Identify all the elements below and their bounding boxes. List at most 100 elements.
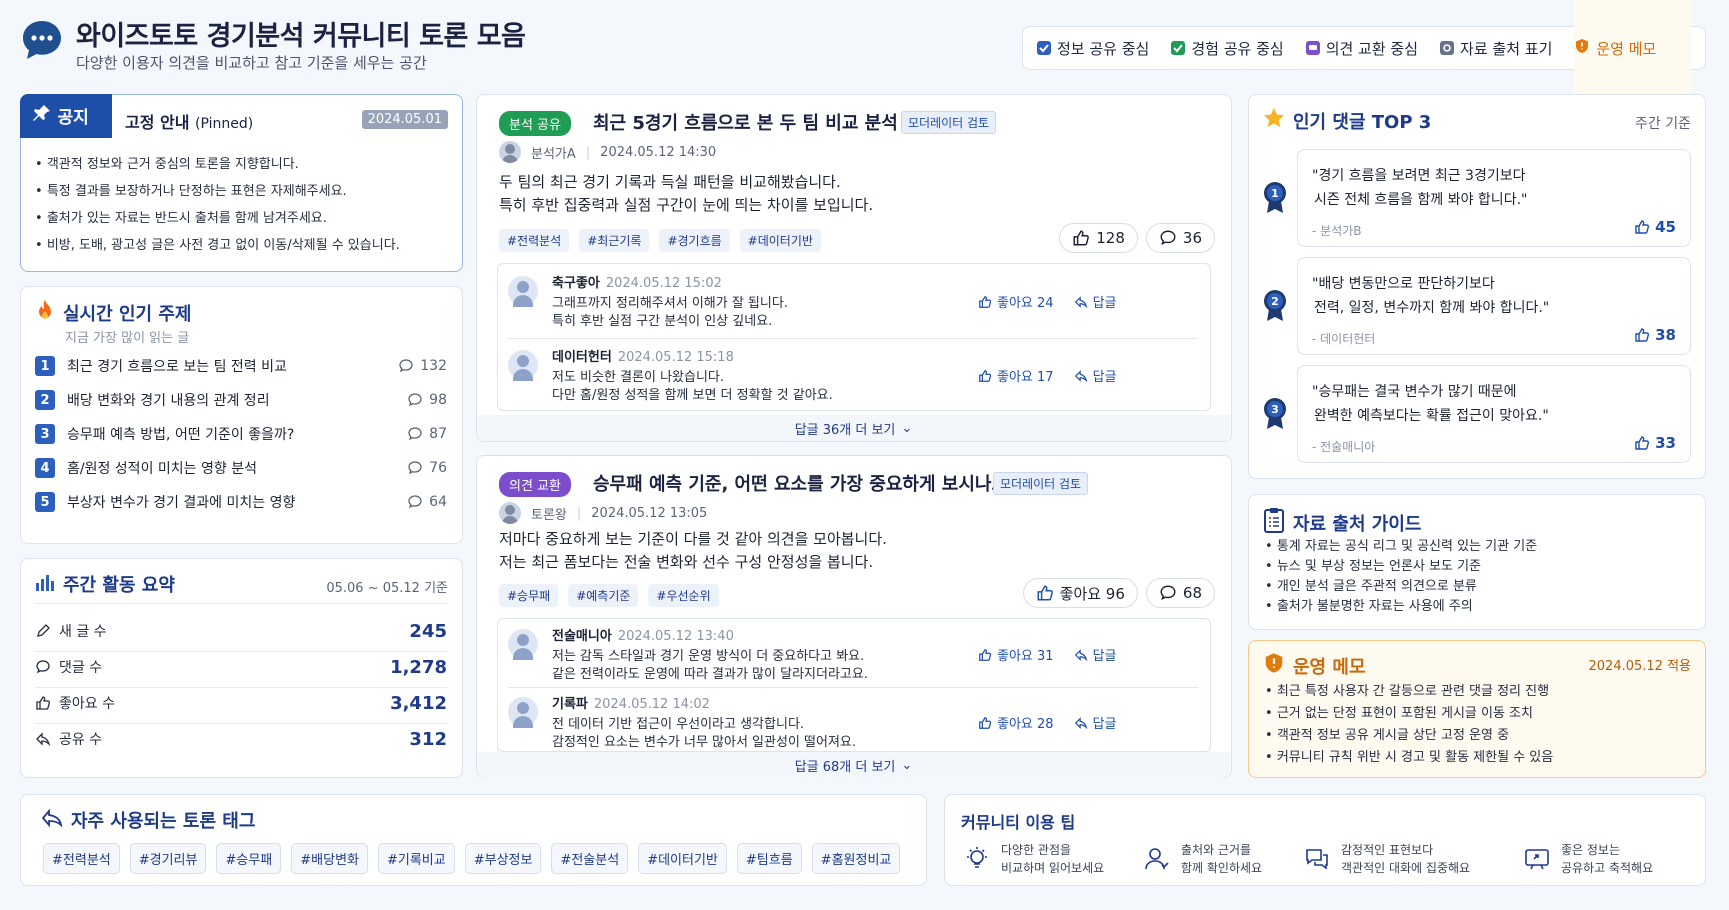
like-button[interactable]: 좋아요 96 [1022, 578, 1138, 608]
stat-likes: 좋아요 수 3,412 [35, 685, 447, 721]
source-guide-card: 자료 출처 가이드 통계 자료는 공식 리그 및 공신력 있는 기관 기준뉴스 … [1248, 494, 1706, 630]
hot-topic-item[interactable]: 5 부상자 변수가 경기 결과에 미치는 영향 64 [35, 489, 447, 515]
notice-tab: 공지 [19, 93, 112, 138]
star-icon [1263, 107, 1285, 134]
hot-topics-title: 실시간 인기 주제 [35, 299, 191, 326]
comment-icon [1160, 585, 1176, 601]
comment-icon [1160, 230, 1176, 246]
notice-item: 객관적 정보와 근거 중심의 토론을 지향합니다. [35, 151, 400, 178]
notice-date: 2024.05.01 [361, 110, 448, 129]
tag-chip[interactable]: #승무패 [499, 584, 559, 607]
tag-chip[interactable]: #부상정보 [464, 843, 542, 874]
comment-button[interactable]: 68 [1145, 578, 1215, 608]
comment-like-button[interactable]: 좋아요 17 [978, 366, 1054, 385]
post-tags: #승무패 #예측기준 #우선순위 [499, 584, 719, 607]
notice-title: 고정 안내 (Pinned) [125, 113, 254, 132]
svg-text:1: 1 [1271, 187, 1279, 200]
comment-like-count: 38 [1634, 326, 1676, 344]
tag-chip[interactable]: #경기리뷰 [129, 843, 207, 874]
tag-chip[interactable]: #기록비교 [377, 843, 455, 874]
thumbs-up-icon [979, 295, 992, 308]
top-comment-item[interactable]: "경기 흐름을 보려면 최근 3경기보다 시즌 전체 흐름을 함께 봐야 합니다.… [1297, 149, 1691, 247]
like-button[interactable]: 128 [1059, 223, 1138, 253]
tag-chip[interactable]: #우선순위 [648, 584, 719, 607]
top-comment-item[interactable]: "승무패는 결국 변수가 많기 때문에 완벽한 예측보다는 확률 접근이 맞아요.… [1297, 365, 1691, 463]
chevron-down-icon: ⌄ [901, 757, 913, 773]
comment-like-button[interactable]: 좋아요 31 [978, 645, 1054, 664]
reply-button[interactable]: 답글 [1074, 292, 1116, 311]
reply-icon [1074, 648, 1087, 661]
category-badge: 분석 공유 [499, 111, 571, 136]
tip-item: 감정적인 표현보다 객관적인 대화에 집중해요 [1303, 841, 1470, 877]
chat-bubbles-icon [1306, 849, 1328, 870]
hot-topic-item[interactable]: 3 승무패 예측 방법, 어떤 기준이 좋을까? 87 [35, 421, 447, 447]
hot-topic-item[interactable]: 1 최근 경기 흐름으로 보는 팀 전력 비교 132 [35, 353, 447, 379]
notice-item: 특정 결과를 보장하거나 단정하는 표현은 자제해주세요. [35, 178, 400, 205]
thumbs-up-icon [979, 648, 992, 661]
comment-like-button[interactable]: 좋아요 28 [978, 713, 1054, 732]
top-comment-item[interactable]: "배당 변동만으로 판단하기보다 전력, 일정, 변수까지 함께 봐야 합니다."… [1297, 257, 1691, 355]
frequent-tags-card: 자주 사용되는 토론 태그 #전력분석 #경기리뷰 #승무패 #배당변화 #기록… [20, 794, 927, 886]
post-meta: 토론왕 | 2024.05.12 13:05 [499, 502, 707, 524]
tag-chip[interactable]: #홈원정비교 [811, 843, 901, 874]
community-tips-card: 커뮤니티 이용 팁 다양한 관점을 비교하며 읽어보세요 출처와 근거를 함께 확인… [944, 794, 1706, 886]
comment-item: 전술매니아 2024.05.12 13:40 저는 감독 스타일과 경기 운영 방… [508, 625, 1198, 683]
top-comments-title: 인기 댓글 TOP 3 [1263, 107, 1431, 134]
comment-icon [399, 359, 413, 373]
tag-chip[interactable]: #전력분석 [499, 229, 570, 252]
comment-icon [408, 461, 422, 475]
load-more-replies-button[interactable]: 답글 36개 더 보기 ⌄ [477, 415, 1230, 441]
legend-experience-sharing[interactable]: 경험 공유 중심 [1171, 38, 1284, 59]
tag-chip[interactable]: #전력분석 [43, 843, 120, 874]
comment-like-button[interactable]: 좋아요 24 [978, 292, 1054, 311]
post-meta: 분석가A | 2024.05.12 14:30 [499, 141, 716, 163]
thumbs-up-icon [1037, 585, 1053, 601]
stat-new-posts: 새 글 수 245 [35, 613, 447, 649]
tag-chip[interactable]: #전술분석 [551, 843, 629, 874]
avatar [508, 697, 538, 728]
reply-button[interactable]: 답글 [1074, 713, 1116, 732]
reply-button[interactable]: 답글 [1074, 366, 1116, 385]
tip-item: 좋은 정보는 공유하고 축적해요 [1523, 841, 1653, 877]
tag-chip[interactable]: #경기흐름 [659, 229, 730, 252]
tag-chip[interactable]: #데이터기반 [739, 229, 821, 252]
chat-square-icon [1305, 41, 1320, 55]
legend-source-notation[interactable]: 자료 출처 표기 [1440, 38, 1552, 59]
hot-topics-subtitle: 지금 가장 많이 읽는 글 [65, 331, 190, 346]
thumbs-up-icon [1635, 220, 1650, 234]
tag-chip[interactable]: #팀흐름 [736, 843, 802, 874]
tag-chip[interactable]: #최근기록 [579, 229, 650, 252]
bar-chart-icon [35, 573, 55, 596]
avatar [508, 629, 538, 660]
thumbs-up-icon [979, 716, 992, 729]
hot-topic-item[interactable]: 4 홈/원정 성적이 미치는 영향 분석 76 [35, 455, 447, 481]
thumbs-up-icon [1635, 328, 1650, 342]
hot-topic-item[interactable]: 2 배당 변화와 경기 내용의 관계 정리 98 [35, 387, 447, 413]
ops-memo-title: 운영 메모 [1263, 651, 1366, 680]
legend-opinion-exchange[interactable]: 의견 교환 중심 [1305, 38, 1418, 59]
tag-chip[interactable]: #배당변화 [291, 843, 368, 874]
fire-icon [35, 299, 55, 326]
tag-chip[interactable]: #승무패 [216, 843, 282, 874]
tag-chip[interactable]: #데이터기반 [638, 843, 727, 874]
link-square-icon [1440, 41, 1455, 55]
post-title[interactable]: 최근 5경기 흐름으로 본 두 팀 비교 분석 [593, 109, 898, 135]
legend-info-sharing[interactable]: 정보 공유 중심 [1037, 38, 1149, 59]
comment-item: 축구좋아 2024.05.12 15:02 그래프까지 정리해주셔서 이해가 잘 … [508, 272, 1198, 332]
comment-icon [36, 660, 50, 674]
avatar [508, 350, 538, 381]
avatar [499, 141, 521, 163]
reply-button[interactable]: 답글 [1074, 645, 1116, 664]
comment-button[interactable]: 36 [1145, 223, 1215, 253]
tag-chip[interactable]: #예측기준 [568, 584, 639, 607]
comment-icon [408, 427, 422, 441]
load-more-replies-button[interactable]: 답글 68개 더 보기 ⌄ [477, 752, 1230, 778]
comment-list: 전술매니아 2024.05.12 13:40 저는 감독 스타일과 경기 운영 방… [497, 618, 1211, 752]
tip-item: 다양한 관점을 비교하며 읽어보세요 [963, 841, 1104, 877]
frequent-tags-title: 자주 사용되는 토론 태그 [41, 807, 255, 833]
post-title[interactable]: 승무패 예측 기준, 어떤 요소를 가장 중요하게 보시나요? [593, 470, 1018, 496]
avatar [499, 502, 521, 524]
warning-shield-icon [1263, 651, 1285, 680]
clipboard-icon [1263, 507, 1285, 538]
medal-rank-3-icon: 3 [1263, 397, 1287, 431]
